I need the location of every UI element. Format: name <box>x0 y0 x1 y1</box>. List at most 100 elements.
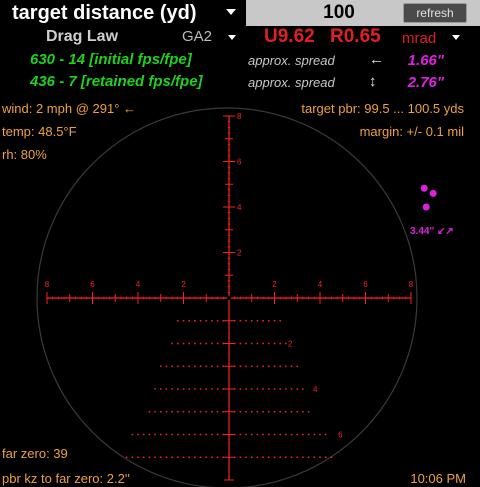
drop-dot <box>239 319 242 322</box>
drop-dot <box>267 456 270 459</box>
drop-dot <box>205 388 208 390</box>
drop-dot <box>176 410 179 413</box>
drop-dot <box>279 410 282 413</box>
drop-dot <box>199 342 202 345</box>
drop-dot <box>154 456 156 459</box>
drop-dot <box>279 456 282 459</box>
drop-dot <box>216 319 219 322</box>
drop-dot <box>267 365 270 368</box>
drop-dot <box>211 365 213 368</box>
far-zero: far zero: 39 <box>2 446 68 461</box>
drop-dot <box>307 456 310 459</box>
drop-dot <box>188 365 191 368</box>
drop-dot <box>154 388 156 390</box>
drop-row-label: 2 <box>288 340 293 349</box>
drop-dot <box>222 410 225 413</box>
drop-dot <box>165 456 168 459</box>
drop-dot <box>250 388 253 390</box>
vertical-tick-label: 4 <box>237 203 242 212</box>
drop-dot <box>302 410 304 413</box>
drop-dot <box>290 433 293 436</box>
drop-dot <box>250 342 253 345</box>
drop-dot <box>256 410 259 413</box>
rh-info: rh: 80% <box>2 147 47 162</box>
margin-info: margin: +/- 0.1 mil <box>359 124 464 139</box>
drop-dot <box>273 410 276 413</box>
drop-dot <box>267 319 270 322</box>
horizontal-tick-label: 8 <box>409 280 414 289</box>
drop-dot <box>182 342 185 345</box>
drop-dot <box>284 388 287 390</box>
drop-dot <box>188 342 191 345</box>
drop-dot <box>193 433 196 436</box>
drop-dot <box>216 365 219 368</box>
drop-dot <box>182 365 185 368</box>
drop-dot <box>216 410 219 413</box>
drop-dot <box>165 410 168 413</box>
drop-dot <box>290 410 293 413</box>
drop-dot <box>131 456 134 459</box>
drop-dot <box>188 388 191 390</box>
drop-dot <box>284 410 287 413</box>
drop-dot <box>233 433 236 436</box>
drop-dot <box>313 456 316 459</box>
drop-dot <box>216 342 219 345</box>
drop-dot <box>284 365 287 368</box>
drop-dot <box>222 433 225 436</box>
drop-dot <box>205 342 208 345</box>
drop-dot <box>154 410 156 413</box>
drop-dot <box>250 433 253 436</box>
drop-dot <box>273 456 276 459</box>
drop-dot <box>256 319 259 322</box>
drop-dot <box>262 433 265 436</box>
group-size-label: 3.44'' ↙↗ <box>410 226 454 237</box>
drop-dot <box>159 410 162 413</box>
drop-dot <box>154 433 156 436</box>
drop-dot <box>262 319 265 322</box>
drop-dot <box>211 456 213 459</box>
drop-dot <box>302 433 304 436</box>
drop-dot <box>250 365 253 368</box>
drop-dot <box>176 388 179 390</box>
drop-dot <box>239 388 242 390</box>
drop-dot <box>324 433 327 436</box>
drop-dot <box>211 388 213 390</box>
reticle[interactable]: 8 6 4 2 2 4 6 8 8 6 4 2 2 4 6 3.44'' ↙↗ <box>0 0 480 487</box>
drop-dot <box>319 456 321 459</box>
drop-dot <box>205 365 208 368</box>
drop-dot <box>188 319 191 322</box>
drop-dot <box>307 410 310 413</box>
drop-dot <box>188 410 191 413</box>
drop-dot <box>193 410 196 413</box>
vertical-tick-label: 6 <box>237 158 242 167</box>
drop-dot <box>222 388 225 390</box>
drop-dot <box>256 365 259 368</box>
drop-dot <box>216 388 219 390</box>
drop-dot <box>176 456 179 459</box>
drop-dot <box>165 433 168 436</box>
pbr-kz: pbr kz to far zero: 2.2'' <box>2 471 130 486</box>
drop-dot <box>250 319 253 322</box>
drop-dot <box>290 388 293 390</box>
drop-dot <box>199 365 202 368</box>
drop-dot <box>273 319 276 322</box>
horizontal-tick-label: 2 <box>181 280 186 289</box>
drop-dot <box>199 456 202 459</box>
shot-dot <box>420 184 428 192</box>
drop-dot <box>199 433 202 436</box>
drop-dot <box>182 456 185 459</box>
drop-dot <box>262 342 265 345</box>
drop-dot <box>159 456 162 459</box>
drop-dot <box>262 365 265 368</box>
drop-dot <box>142 433 145 436</box>
drop-dot <box>233 456 236 459</box>
drop-dot <box>137 456 139 459</box>
drop-dot <box>279 365 282 368</box>
drop-dot <box>284 342 287 345</box>
horizontal-tick-label: 8 <box>45 280 50 289</box>
drop-dot <box>205 319 208 322</box>
drop-dot <box>182 319 185 322</box>
vertical-tick-label: 2 <box>237 249 242 258</box>
drop-dot <box>256 433 259 436</box>
drop-dot <box>307 433 310 436</box>
